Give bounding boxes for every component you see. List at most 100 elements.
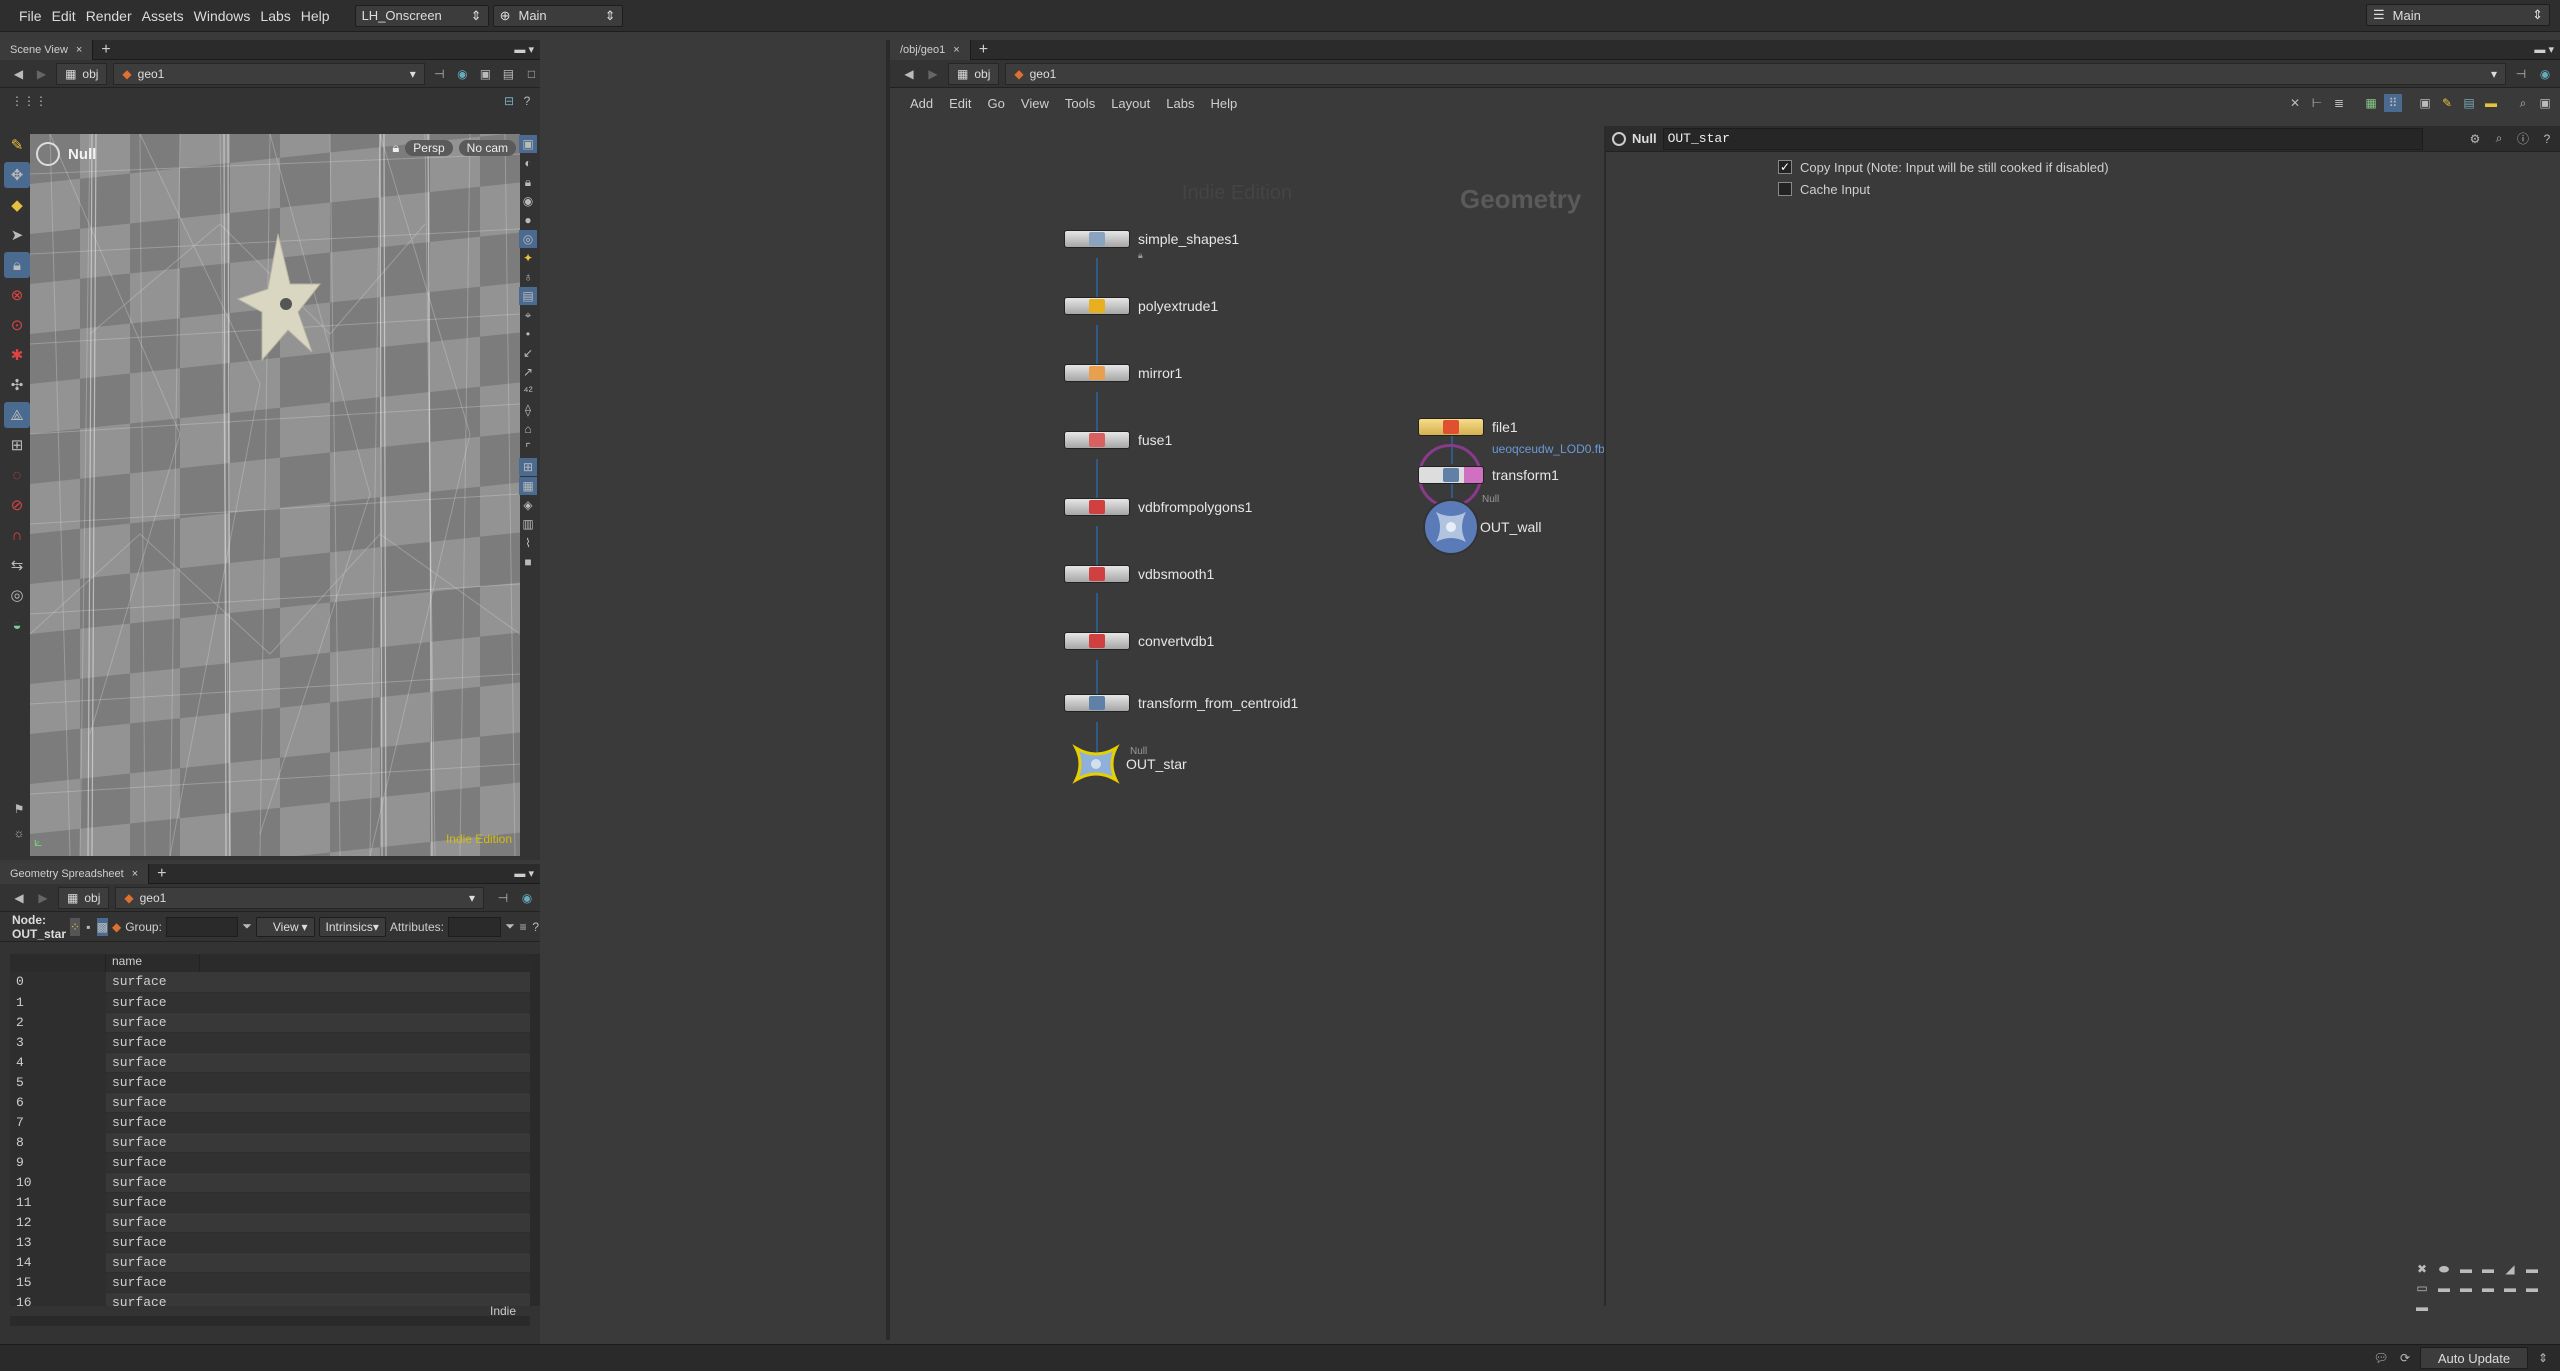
wire-icon[interactable]: ⌖ [519, 306, 537, 324]
attribute-filter-icon[interactable]: ⏷ [505, 918, 515, 936]
tree-icon[interactable]: ⊢ [2308, 94, 2326, 112]
list-icon[interactable]: ≡ [519, 918, 528, 936]
brush-icon[interactable]: ✎ [4, 132, 30, 158]
image-icon[interactable]: ▣ [2416, 94, 2434, 112]
tab-geometry-spreadsheet[interactable]: Geometry Spreadsheet × [0, 863, 150, 884]
chat-icon[interactable]: 💬︎ [2372, 1349, 2390, 1367]
network-menu-labs[interactable]: Labs [1166, 96, 1194, 111]
node-fuse1[interactable]: fuse1 [1064, 431, 1172, 449]
table-row[interactable]: 1 surface [10, 992, 530, 1013]
light-bulb-icon[interactable]: ✦ [519, 249, 537, 267]
table-row[interactable]: 11 surface [10, 1192, 530, 1213]
cube-icon[interactable]: ▣ [477, 65, 494, 83]
eraser-icon[interactable]: ◆ [4, 192, 30, 218]
search-icon[interactable]: ⌕ [2490, 130, 2508, 148]
gear-icon[interactable]: ⚙ [2466, 130, 2484, 148]
breadcrumb-geo[interactable]: ◆ geo1 ▾ [1005, 62, 2506, 85]
handle-display-icon[interactable]: ⌂ [519, 420, 537, 438]
close-icon[interactable]: × [76, 44, 82, 56]
desktop-selector[interactable]: LH_Onscreen ⇕ [354, 4, 489, 27]
light-icon[interactable]: ☼ [10, 824, 28, 842]
vertices-icon[interactable]: ▪ [84, 918, 93, 936]
snap-display-icon[interactable]: ⌇ [519, 534, 537, 552]
tab-obj-geo1[interactable]: /obj/geo1 × [890, 39, 971, 60]
shading-icon[interactable]: ◐ [519, 154, 537, 172]
menu-render[interactable]: Render [81, 8, 137, 24]
viewport[interactable]: Null 🔒︎ Persp No cam ⟀ Indie Edition [30, 134, 520, 856]
lock-view-icon[interactable]: 🔒︎ [519, 173, 537, 191]
node-simple-shapes1[interactable]: simple_shapes1 [1064, 230, 1239, 248]
auto-update-menu[interactable]: Auto Update [2420, 1347, 2528, 1369]
select-icon[interactable]: ✥ [4, 162, 30, 188]
guide-icon[interactable]: ⟠ [519, 401, 537, 419]
flag-icon[interactable]: ⚑ [10, 800, 28, 818]
slant-shape-icon[interactable]: ◢ [2502, 1262, 2518, 1276]
node-convertvdb1[interactable]: convertvdb1 [1064, 632, 1214, 650]
normal-icon[interactable]: ↗ [519, 363, 537, 381]
point-icon[interactable]: • [519, 325, 537, 343]
network-box-icon[interactable]: ▤ [2460, 94, 2478, 112]
forward-arrow-icon[interactable]: ▶ [33, 65, 50, 83]
link-icon[interactable]: ◉ [518, 889, 536, 907]
small-bar-icon[interactable]: ▬ [2414, 1300, 2430, 1314]
breadcrumb-obj[interactable]: ▦ obj [948, 62, 1000, 85]
pin-icon[interactable]: ⊣ [494, 889, 512, 907]
tab-shape-icon[interactable]: ▭ [2414, 1281, 2430, 1295]
table-row[interactable]: 6 surface [10, 1092, 530, 1113]
table-row[interactable]: 8 surface [10, 1132, 530, 1153]
vertical-scrollbar[interactable] [530, 954, 540, 1306]
table-row[interactable]: 2 surface [10, 1012, 530, 1033]
breadcrumb-obj[interactable]: ▦ obj [56, 62, 108, 85]
grid-menu-icon[interactable]: ⋮⋮⋮ [11, 92, 47, 110]
filter-icon[interactable]: ⏷ [242, 918, 252, 936]
note-icon[interactable]: ✎ [2438, 94, 2456, 112]
table-row[interactable]: 13 surface [10, 1232, 530, 1253]
link-icon[interactable]: ◉ [454, 65, 471, 83]
uv-icon[interactable]: ◈ [519, 496, 537, 514]
wrench-icon[interactable]: ✕ [2286, 94, 2304, 112]
spot-icon[interactable]: ♁ [519, 268, 537, 286]
lasso-icon[interactable]: ◌ [4, 462, 30, 488]
primitives-icon[interactable]: ▩ [96, 917, 108, 936]
display-mode-icon[interactable]: ▣ [519, 135, 537, 153]
pane-menu-icon[interactable]: ▬ ▾ [514, 43, 534, 56]
table-row[interactable]: 5 surface [10, 1072, 530, 1093]
table-row[interactable]: 4 surface [10, 1052, 530, 1073]
horizontal-scrollbar[interactable] [10, 1316, 530, 1326]
zoom-icon[interactable]: ⌕ [2514, 94, 2532, 112]
table-row[interactable]: 0 surface [10, 972, 530, 993]
menu-labs[interactable]: Labs [255, 8, 295, 24]
node-transform-from-centroid1[interactable]: transform_from_centroid1 [1064, 694, 1298, 712]
pointer-icon[interactable]: ➤ [4, 222, 30, 248]
table-row[interactable]: 14 surface [10, 1252, 530, 1273]
network-menu-layout[interactable]: Layout [1111, 96, 1150, 111]
menu-edit[interactable]: Edit [47, 8, 81, 24]
node-out-star[interactable]: OUT_star [1068, 744, 1187, 784]
viewer-options-icon[interactable]: ⊟ [500, 92, 518, 110]
network-menu-view[interactable]: View [1021, 96, 1049, 111]
grid-view-icon[interactable]: ▦ [2362, 94, 2380, 112]
points-icon[interactable]: ⁘ [70, 917, 81, 936]
table-row[interactable]: 15 surface [10, 1272, 530, 1293]
list-view-icon[interactable]: ≣ [2330, 94, 2348, 112]
bulb-icon[interactable]: ◎ [519, 230, 537, 248]
forward-arrow-icon[interactable]: ▶ [924, 65, 942, 83]
magnet-icon[interactable]: ∩ [4, 522, 30, 548]
table-row[interactable]: 7 surface [10, 1112, 530, 1133]
node-name-field[interactable]: OUT_star [1662, 127, 2423, 150]
node-polyextrude1[interactable]: polyextrude1 [1064, 297, 1218, 315]
pill-shape-icon[interactable]: ▬ [2458, 1262, 2474, 1276]
add-tab-icon[interactable]: + [157, 865, 166, 883]
help-icon[interactable]: ? [2538, 130, 2556, 148]
lock-camera-icon[interactable]: 🔒︎ [392, 140, 399, 156]
render-icon[interactable]: ◒ [4, 612, 30, 638]
node-vdbfrompolygons1[interactable]: vdbfrompolygons1 [1064, 498, 1252, 516]
bar-shape-icon[interactable]: ▬ [2524, 1281, 2540, 1295]
bar-shape-icon[interactable]: ▬ [2436, 1281, 2452, 1295]
updown-icon[interactable]: ⇕ [2534, 1349, 2552, 1367]
node-mirror1[interactable]: mirror1 [1064, 364, 1182, 382]
link-icon[interactable]: ◉ [2536, 65, 2554, 83]
lock-icon[interactable]: 🔒︎ [4, 252, 30, 278]
attributes-input[interactable] [447, 916, 502, 937]
intrinsics-menu[interactable]: Intrinsics ▾ [318, 916, 386, 937]
